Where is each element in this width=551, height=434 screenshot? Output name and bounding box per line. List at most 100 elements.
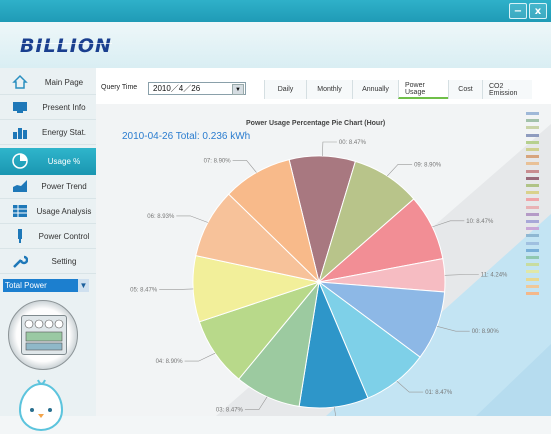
legend-swatch xyxy=(526,256,539,259)
plug-icon xyxy=(18,229,22,243)
sidebar-item-label: Power Control xyxy=(38,231,90,241)
slice-leader-line xyxy=(322,141,337,157)
trend-icon xyxy=(13,180,27,192)
slice-label: 10: 8.47% xyxy=(466,219,494,225)
legend-swatch xyxy=(526,284,539,288)
slice-leader-line xyxy=(396,380,424,393)
slice-label: 11: 4.24% xyxy=(481,273,508,279)
sidebar-item-setting[interactable]: Setting xyxy=(0,249,96,274)
title-bar: − x xyxy=(0,0,551,22)
legend-swatch xyxy=(526,126,539,130)
legend-swatch xyxy=(526,292,539,295)
legend-swatch xyxy=(526,148,539,151)
sidebar-item-label: Main Page xyxy=(44,77,84,87)
tab-monthly[interactable]: Monthly xyxy=(306,80,352,99)
slice-label: 06: 8.93% xyxy=(147,214,175,220)
legend-swatch xyxy=(526,212,539,216)
table-icon xyxy=(13,205,27,217)
home-icon xyxy=(12,74,28,89)
legend-swatch xyxy=(526,263,539,267)
pie-icon xyxy=(12,153,28,169)
slice-label: 09: 8.90% xyxy=(414,162,442,168)
main-content: Query Time 2010／4／26 ▼ Daily Monthly Ann… xyxy=(96,68,551,416)
slice-leader-line xyxy=(436,326,470,332)
legend-swatch xyxy=(526,270,539,274)
slice-label: 01: 8.47% xyxy=(425,390,453,396)
legend-swatch xyxy=(526,220,539,223)
legend-swatch xyxy=(526,234,539,238)
chart-area: 2010-04-26 Total: 0.236 kWh Power Usage … xyxy=(96,104,551,416)
legend-swatch xyxy=(526,112,539,115)
power-meter-graphic xyxy=(8,300,78,370)
legend-swatch xyxy=(526,191,539,195)
legend-swatch xyxy=(526,176,539,180)
sidebar-item-main-page[interactable]: Main Page xyxy=(0,70,96,95)
toolbar: Query Time 2010／4／26 ▼ Daily Monthly Ann… xyxy=(96,76,551,102)
slice-label: 03: 8.47% xyxy=(216,408,244,414)
sidebar: Main Page Present Info Energy Stat. Usag… xyxy=(0,68,97,432)
close-button[interactable]: x xyxy=(529,3,547,19)
slice-leader-line xyxy=(159,288,194,290)
sidebar-item-usage-analysis[interactable]: Usage Analysis xyxy=(0,199,96,224)
slice-label: 00: 8.47% xyxy=(339,140,367,146)
sidebar-item-usage[interactable]: Usage % xyxy=(0,148,96,175)
legend-swatch xyxy=(526,169,539,173)
monitor-icon xyxy=(13,102,27,113)
sidebar-item-label: Usage Analysis xyxy=(36,206,92,216)
slice-label: 07: 8.90% xyxy=(204,158,232,164)
legend-swatch xyxy=(526,241,539,245)
query-time-select[interactable]: 2010／4／26 ▼ xyxy=(148,82,246,95)
tab-annually[interactable]: Annually xyxy=(352,80,398,99)
legend-swatch xyxy=(526,119,539,123)
minimize-button[interactable]: − xyxy=(509,3,527,19)
slice-leader-line xyxy=(232,160,257,173)
mascot-icon xyxy=(18,379,64,432)
slice-leader-line xyxy=(432,220,465,228)
legend-swatch xyxy=(526,277,539,281)
slice-leader-line xyxy=(386,163,413,177)
sidebar-item-label: Present Info xyxy=(42,102,86,112)
slice-leader-line xyxy=(176,215,209,223)
query-time-label: Query Time xyxy=(101,84,138,91)
sidebar-item-label: Setting xyxy=(51,256,77,266)
query-time-value: 2010／4／26 xyxy=(153,84,201,93)
power-source-select[interactable]: Total Power ▼ xyxy=(3,279,89,292)
slice-leader-line xyxy=(244,396,268,410)
legend-swatch xyxy=(526,198,539,202)
sidebar-item-label: Power Trend xyxy=(41,181,87,191)
sidebar-item-label: Usage % xyxy=(47,156,81,166)
power-source-value: Total Power xyxy=(5,281,47,290)
slice-label: 05: 8.47% xyxy=(130,288,158,294)
chevron-down-icon[interactable]: ▼ xyxy=(78,279,89,292)
legend-swatch xyxy=(526,205,539,209)
slice-leader-line xyxy=(333,407,337,416)
tab-cost[interactable]: Cost xyxy=(448,80,482,99)
legend-swatch xyxy=(526,155,539,159)
meter-display xyxy=(21,315,67,355)
slice-label: 04: 8.90% xyxy=(156,359,184,365)
tab-co2-emission[interactable]: CO2 Emission xyxy=(482,80,532,99)
app-header: BILLION xyxy=(0,22,551,68)
sidebar-item-present-info[interactable]: Present Info xyxy=(0,95,96,120)
meter-dials-icon xyxy=(24,319,64,351)
pie-chart: 00: 8.47% 09: 8.90% 10: 8.47% 11: 4.24% 00: … xyxy=(130,140,508,416)
slice-label: 00: 8.90% xyxy=(472,329,500,335)
tab-power-usage[interactable]: Power Usage xyxy=(398,80,448,99)
legend-swatch xyxy=(526,140,539,144)
chevron-down-icon[interactable]: ▼ xyxy=(232,84,244,95)
tab-daily[interactable]: Daily xyxy=(264,80,306,99)
legend-swatch xyxy=(526,184,539,187)
wrench-icon xyxy=(13,255,28,268)
legend-swatch xyxy=(526,227,539,231)
slice-leader-line xyxy=(444,274,479,276)
period-tabs: Daily Monthly Annually Power Usage Cost … xyxy=(264,80,532,99)
legend-swatch xyxy=(526,162,539,166)
legend-swatch xyxy=(526,248,539,252)
billion-logo: BILLION xyxy=(20,35,112,57)
sidebar-item-energy-stat[interactable]: Energy Stat. xyxy=(0,120,96,145)
sidebar-item-power-trend[interactable]: Power Trend xyxy=(0,174,96,199)
legend-swatch xyxy=(526,133,539,137)
sidebar-item-label: Energy Stat. xyxy=(41,127,87,137)
slice-leader-line xyxy=(184,352,216,362)
sidebar-item-power-control[interactable]: Power Control xyxy=(0,224,96,249)
